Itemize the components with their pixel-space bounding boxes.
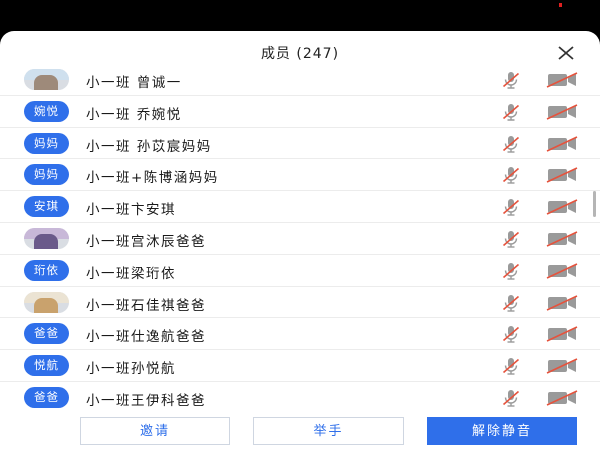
mic-off-icon[interactable] [501,165,521,185]
member-row[interactable]: 小一班宫沐辰爸爸 [0,223,600,255]
avatar: 珩依 [24,259,69,281]
camera-off-icon[interactable] [546,72,578,88]
avatar: 婉悦 [24,100,69,122]
member-name: 小一班 孙苡宸妈妈 [86,138,212,155]
avatar: 爸爸 [24,323,69,345]
camera-off-icon[interactable] [546,390,578,406]
unmute-button[interactable]: 解除静音 [427,417,577,445]
camera-off-icon[interactable] [546,199,578,215]
invite-button[interactable]: 邀请 [80,417,230,445]
status-indicator [559,3,562,7]
panel-title: 成员 (247) [260,46,340,62]
member-row[interactable]: 安琪 小一班卞安琪 [0,191,600,223]
camera-off-icon[interactable] [546,135,578,152]
member-name: 小一班卞安琪 [86,202,176,219]
close-icon[interactable] [556,43,576,63]
member-row[interactable]: 小一班石佳祺爸爸 [0,287,600,319]
avatar: 妈妈 [24,164,69,186]
camera-off-icon[interactable] [546,167,578,184]
mic-off-icon[interactable] [501,102,521,122]
mic-off-icon[interactable] [501,324,521,344]
camera-off-icon[interactable] [546,358,578,374]
mic-off-icon[interactable] [501,70,521,90]
member-name: 小一班仕逸航爸爸 [86,329,206,346]
member-row[interactable]: 悦航 小一班孙悦航 [0,350,600,382]
mic-off-icon[interactable] [501,134,521,154]
member-row[interactable]: 爸爸 小一班仕逸航爸爸 [0,318,600,351]
member-name: 小一班孙悦航 [86,361,176,378]
member-name: 小一班宫沐辰爸爸 [86,233,206,250]
member-row[interactable]: 妈妈 小一班+陈博涵妈妈 [0,159,600,192]
camera-off-icon[interactable] [546,263,578,279]
action-bar: 邀请 举手 解除静音 [0,417,600,450]
mic-off-icon[interactable] [501,261,521,281]
mic-off-icon[interactable] [501,293,521,313]
member-row[interactable]: 妈妈 小一班 孙苡宸妈妈 [0,128,600,160]
member-row[interactable]: 婉悦 小一班 乔婉悦 [0,96,600,128]
avatar: 安琪 [24,196,69,218]
avatar: 爸爸 [24,386,69,408]
mic-off-icon[interactable] [501,197,521,217]
member-name: 小一班 曾诚一 [86,75,182,91]
mic-off-icon[interactable] [501,229,521,249]
members-panel: 成员 (247) 小一班 曾诚一 婉悦 小一班 乔婉悦 妈妈 小一班 孙苡宸妈妈 妈妈 小一… [0,31,600,450]
member-row[interactable]: 珩依 小一班梁珩依 [0,255,600,287]
avatar-photo [24,69,69,90]
avatar-photo [24,291,69,313]
mic-off-icon[interactable] [501,388,521,408]
mic-off-icon[interactable] [501,356,521,376]
raise-hand-button[interactable]: 举手 [253,417,404,445]
member-row[interactable]: 小一班 曾诚一 [0,64,600,96]
avatar: 妈妈 [24,132,69,154]
member-name: 小一班王伊科爸爸 [86,392,206,409]
scrollbar[interactable] [593,191,596,217]
member-list[interactable]: 小一班 曾诚一 婉悦 小一班 乔婉悦 妈妈 小一班 孙苡宸妈妈 妈妈 小一班+陈博涵妈妈 安琪… [0,64,600,413]
panel-header: 成员 (247) [0,31,600,67]
member-name: 小一班 乔婉悦 [86,106,182,123]
camera-off-icon[interactable] [546,231,578,247]
camera-off-icon[interactable] [546,294,578,311]
member-row[interactable]: 爸爸 小一班王伊科爸爸 [0,382,600,413]
avatar: 悦航 [24,355,69,377]
member-name: 小一班梁珩依 [86,265,176,282]
member-name: 小一班+陈博涵妈妈 [86,170,219,187]
avatar-photo [24,227,69,249]
camera-off-icon[interactable] [546,326,578,343]
camera-off-icon[interactable] [546,104,578,120]
member-name: 小一班石佳祺爸爸 [86,297,206,314]
